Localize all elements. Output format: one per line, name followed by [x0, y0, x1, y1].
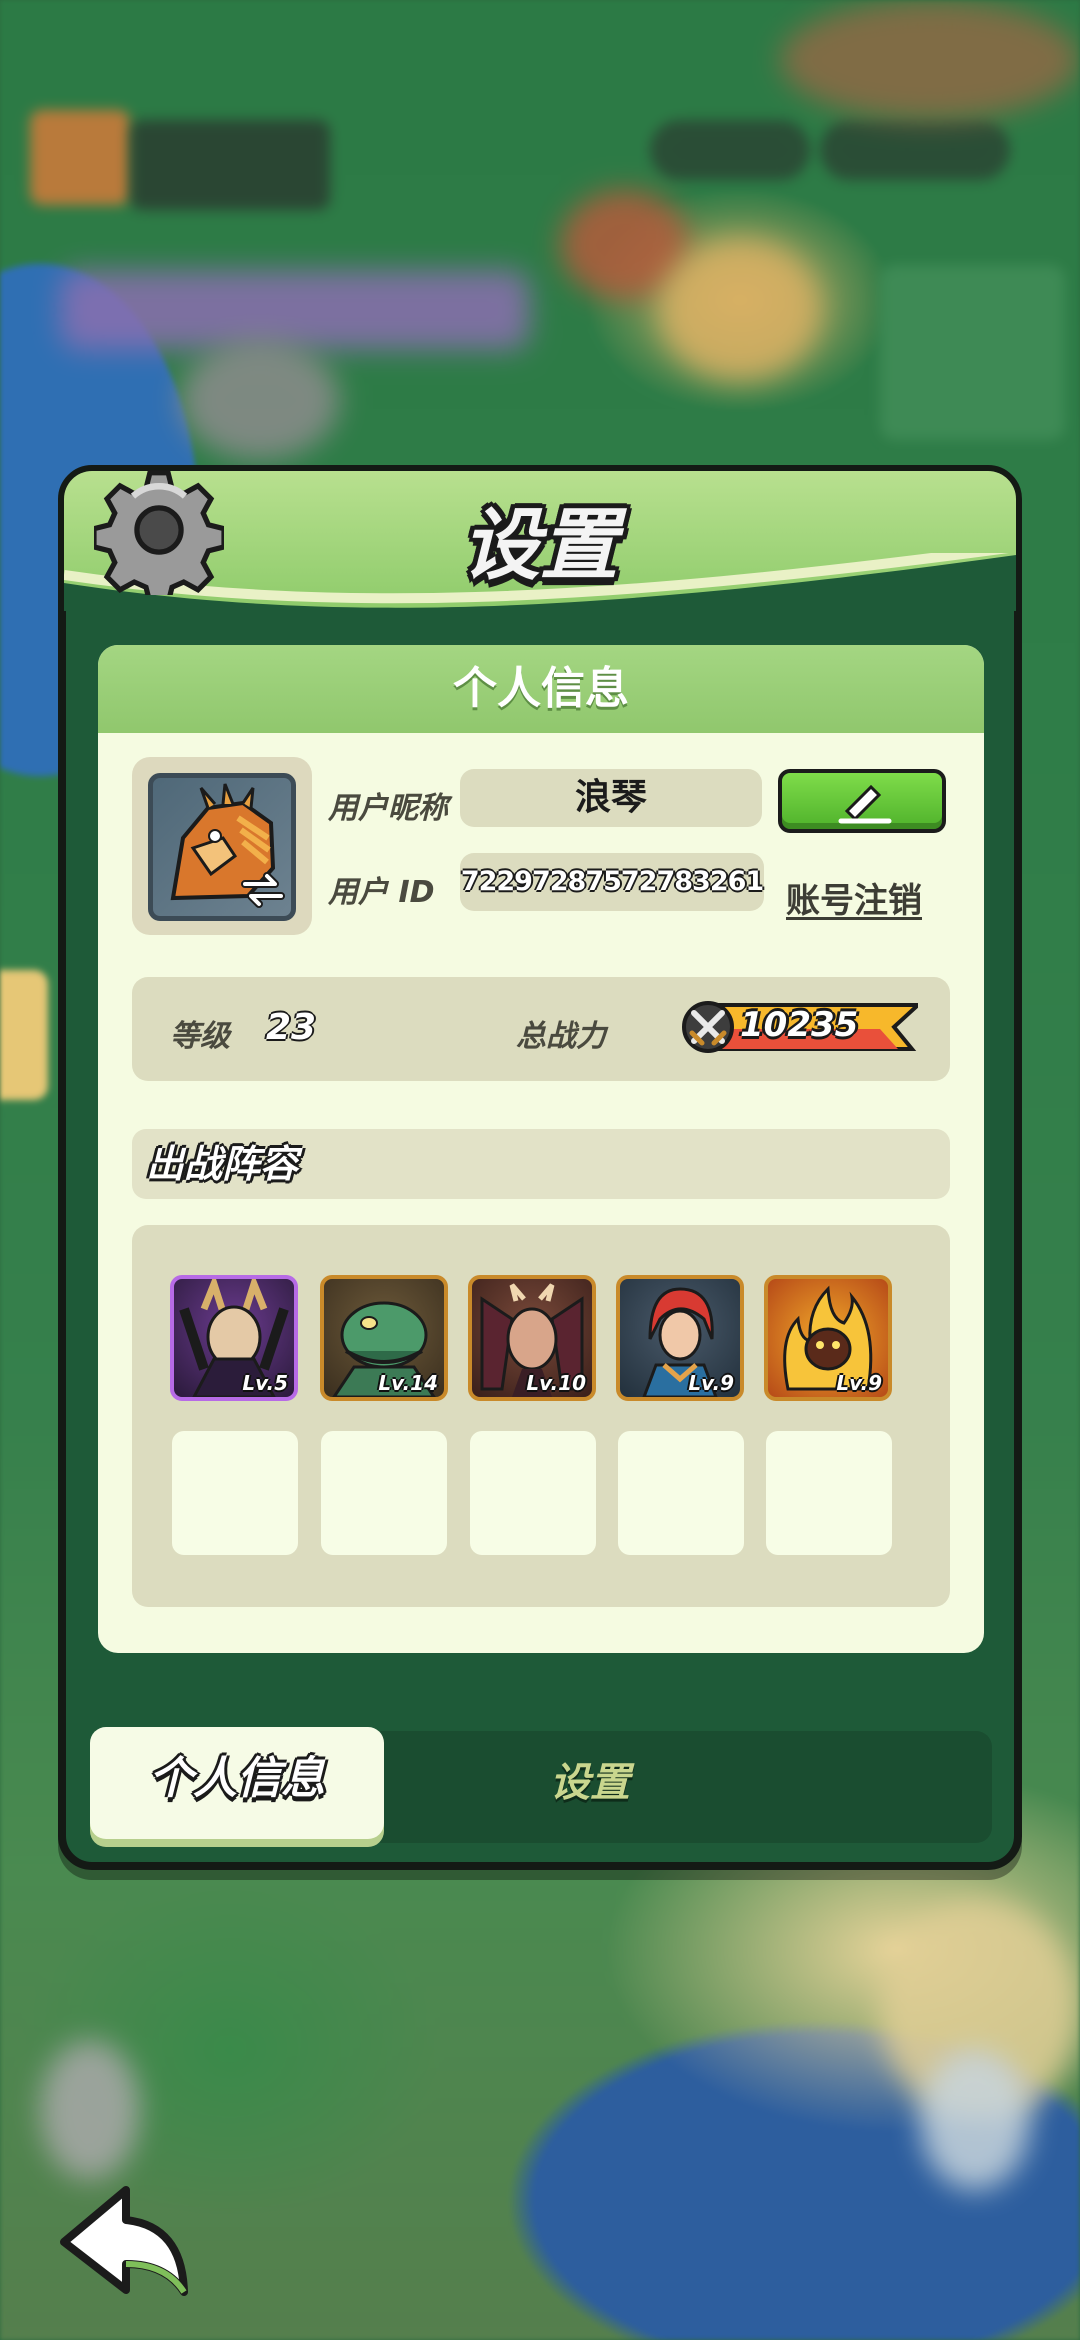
hud-buff-row	[60, 270, 530, 350]
swap-icon	[241, 872, 285, 908]
hud-player-avatar	[30, 110, 130, 205]
account-deletion-link[interactable]: 账号注销	[786, 873, 922, 922]
total-power-value: 10235	[740, 1005, 859, 1045]
nickname-field: 浪琴	[460, 769, 762, 827]
side-tab	[0, 970, 48, 1100]
profile-card: 个人信息 用户昵称 浪琴 用户 ID 72297287572783261 账号注…	[98, 645, 984, 1653]
character-blur	[40, 2040, 140, 2180]
edit-nickname-button[interactable]	[778, 769, 946, 833]
empty-slot[interactable]	[618, 1431, 744, 1555]
total-power-label: 总战力	[516, 1019, 606, 1054]
hud-resource	[650, 120, 810, 180]
hero-slot[interactable]: Lv.10	[468, 1275, 596, 1401]
tab-profile[interactable]: 个人信息	[90, 1727, 384, 1839]
minimap	[880, 265, 1065, 440]
hero-level: Lv.9	[836, 1371, 882, 1395]
hero-level: Lv.5	[242, 1371, 288, 1395]
level-value: 23	[266, 1007, 317, 1048]
settings-panel: 设置 个人信息 用户昵称 浪琴 用户 ID 72297287572783261 …	[58, 465, 1022, 1870]
character-blur	[920, 2050, 1030, 2190]
back-arrow-icon[interactable]	[56, 2180, 196, 2300]
avatar[interactable]	[148, 773, 296, 921]
card-title: 个人信息	[98, 645, 984, 733]
gear-icon	[94, 470, 224, 595]
hero-slot[interactable]: Lv.9	[616, 1275, 744, 1401]
hud-resource	[820, 120, 1010, 180]
hero-slot[interactable]: Lv.5	[170, 1275, 298, 1401]
level-label: 等级	[170, 1019, 230, 1054]
stats-row: 等级 23 总战力 10235	[132, 977, 950, 1081]
empty-slot[interactable]	[172, 1431, 298, 1555]
lineup-title: 出战阵容	[132, 1129, 950, 1199]
building-blur	[660, 240, 820, 380]
hero-level: Lv.10	[526, 1371, 586, 1395]
hero-level: Lv.9	[688, 1371, 734, 1395]
crossed-swords-icon	[689, 1010, 727, 1046]
tab-bar: 个人信息 设置	[90, 1727, 992, 1843]
empty-slot[interactable]	[321, 1431, 447, 1555]
lineup-grid: Lv.5 Lv.14 Lv.10 Lv.9 Lv.9	[132, 1225, 950, 1607]
hero-slot[interactable]: Lv.14	[320, 1275, 448, 1401]
empty-slot[interactable]	[766, 1431, 892, 1555]
hero-slot[interactable]: Lv.9	[764, 1275, 892, 1401]
hud-player-bar	[130, 120, 330, 210]
rock-blur	[180, 340, 340, 460]
user-id-field[interactable]: 72297287572783261	[460, 853, 764, 911]
empty-slot[interactable]	[470, 1431, 596, 1555]
pencil-icon	[838, 784, 892, 824]
avatar-frame	[132, 757, 312, 935]
user-id-label: 用户 ID	[328, 875, 435, 910]
hero-level: Lv.14	[378, 1371, 438, 1395]
power-badge: 10235	[680, 999, 924, 1055]
tab-settings[interactable]: 设置	[470, 1731, 710, 1835]
nickname-label: 用户昵称	[328, 791, 448, 826]
building-blur	[780, 0, 1080, 120]
